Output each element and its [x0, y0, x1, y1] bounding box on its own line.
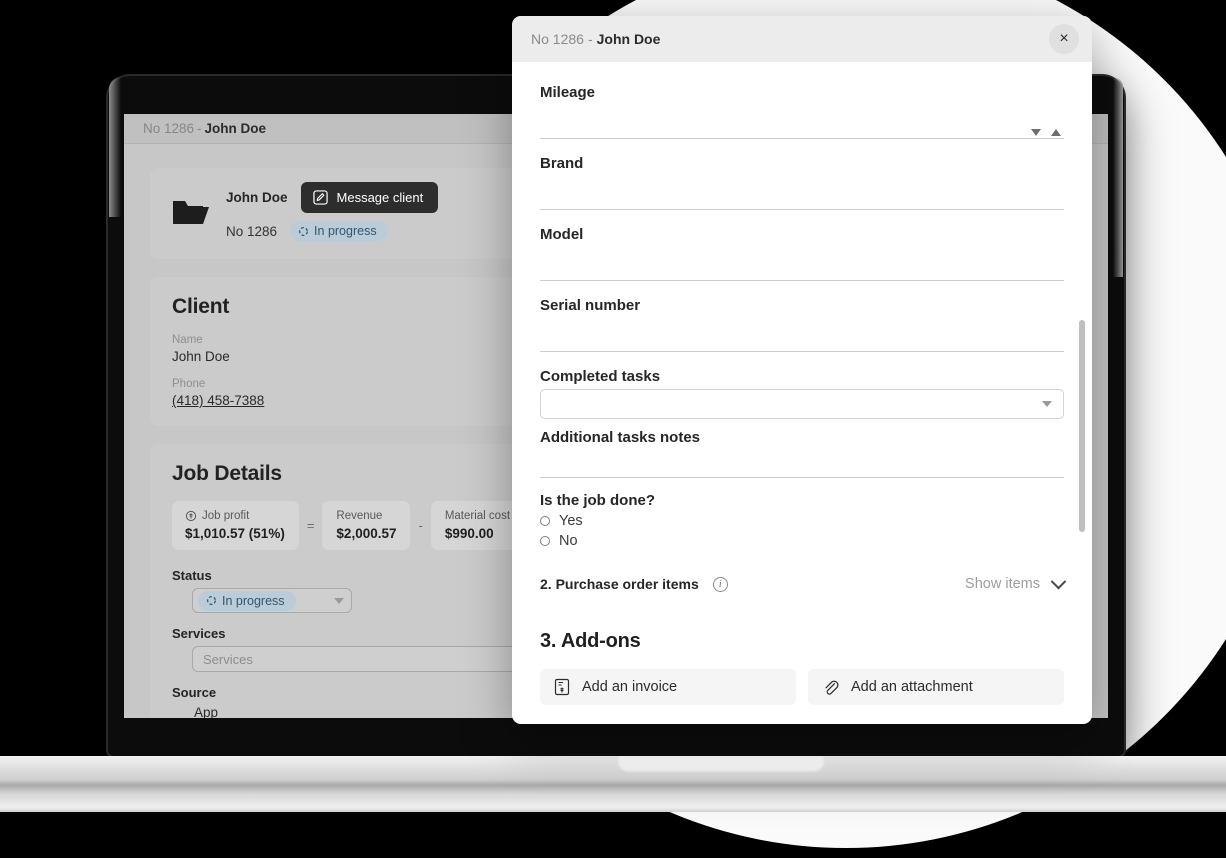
app-topbar-number: No 1286 [143, 121, 195, 136]
field-completed-tasks: Completed tasks [540, 368, 1064, 419]
app-topbar-separator: - [197, 121, 202, 136]
field-brand-input[interactable] [540, 176, 1064, 210]
addons-button-row: Add an invoice Add an attachment [540, 669, 1064, 705]
job-report-modal: No 1286 - John Doe × Mileage Brand Model… [512, 16, 1092, 724]
modal-header-number: No 1286 [531, 31, 584, 47]
mileage-stepper [1031, 129, 1064, 136]
field-additional-notes: Additional tasks notes [540, 429, 1064, 478]
job-header-line1: John Doe Message client [226, 182, 439, 213]
field-additional-notes-label: Additional tasks notes [540, 429, 701, 446]
job-header-texts: John Doe Message client No 1286 In progr… [226, 182, 439, 241]
metric-material-cost-label: Material cost [444, 510, 511, 522]
laptop-base-notch [617, 756, 825, 774]
metric-operator-minus-1: - [418, 518, 423, 533]
field-brand-label: Brand [540, 155, 584, 172]
modal-header: No 1286 - John Doe × [512, 16, 1092, 62]
metric-job-profit: Job profit $1,010.57 (51%) [172, 501, 299, 550]
laptop-base [0, 756, 1226, 812]
purchase-order-title: 2. Purchase order items [540, 576, 699, 592]
completed-tasks-select[interactable] [540, 389, 1064, 419]
field-mileage-input[interactable] [540, 105, 1064, 139]
add-attachment-label: Add an attachment [851, 679, 973, 695]
modal-scrollbar-thumb[interactable] [1079, 320, 1085, 532]
metric-material-cost-value: $990.00 [444, 526, 494, 541]
app-topbar-client-name: John Doe [204, 121, 267, 136]
profit-icon [185, 510, 197, 522]
paperclip-icon [825, 680, 839, 695]
stepper-up-icon[interactable] [1051, 129, 1061, 136]
add-attachment-button[interactable]: Add an attachment [808, 669, 1064, 705]
field-job-done-question: Is the job done? [540, 492, 655, 509]
show-items-toggle[interactable]: Show items [965, 573, 1067, 592]
info-icon[interactable]: i [712, 576, 728, 592]
metric-job-profit-label-row: Job profit [185, 510, 285, 522]
field-serial-number: Serial number [540, 297, 1064, 352]
purchase-order-section: 2. Purchase order items i Show items [540, 573, 1067, 592]
status-select-value: In progress [222, 593, 285, 608]
services-input-placeholder: Services [203, 651, 253, 667]
radio-job-done-yes[interactable]: Yes [540, 513, 1064, 529]
addons-section-title: 3. Add-ons [540, 630, 641, 652]
radio-circle-icon [540, 536, 550, 546]
metric-job-profit-label: Job profit [202, 510, 250, 522]
field-serial-number-label: Serial number [540, 297, 641, 314]
metric-revenue: Revenue $2,000.57 [322, 501, 411, 550]
chevron-down-icon [334, 597, 344, 604]
radio-job-done-no-label: No [559, 533, 578, 549]
field-model-input[interactable] [540, 247, 1064, 281]
spinner-icon [207, 596, 216, 605]
modal-header-client-name: John Doe [596, 31, 661, 47]
field-brand: Brand [540, 155, 1064, 210]
screenshot-stage: No 1286 - John Doe John Doe Message clie… [0, 0, 1226, 858]
radio-circle-icon [540, 516, 550, 526]
metric-revenue-value: $2,000.57 [336, 526, 397, 541]
job-header-number: No 1286 [226, 223, 278, 239]
metric-revenue-label: Revenue [336, 510, 383, 522]
spinner-icon [299, 226, 309, 236]
show-items-label: Show items [965, 576, 1040, 592]
stepper-down-icon[interactable] [1031, 129, 1041, 136]
invoice-document-icon [554, 678, 570, 696]
status-select-chip: In progress [198, 590, 296, 611]
close-icon[interactable]: × [1049, 24, 1079, 54]
metric-operator-equals: = [306, 518, 315, 533]
chevron-down-icon [1050, 573, 1067, 589]
modal-header-separator: - [587, 31, 593, 47]
chevron-down-icon [1042, 401, 1052, 407]
radio-job-done-no[interactable]: No [540, 533, 1064, 549]
metric-material-cost: Material cost $990.00 [430, 501, 525, 550]
field-model-label: Model [540, 226, 584, 243]
field-serial-number-input[interactable] [540, 318, 1064, 352]
metric-job-profit-value: $1,010.57 (51%) [185, 526, 285, 541]
add-invoice-button[interactable]: Add an invoice [540, 669, 796, 705]
pencil-edit-icon [312, 190, 328, 205]
field-completed-tasks-label: Completed tasks [540, 368, 661, 385]
job-header-client-name: John Doe [226, 190, 288, 205]
status-select[interactable]: In progress [192, 588, 352, 613]
field-job-done: Is the job done? Yes No [540, 492, 1064, 549]
message-client-label: Message client [336, 190, 424, 205]
add-invoice-label: Add an invoice [582, 679, 678, 695]
message-client-button[interactable]: Message client [300, 182, 439, 213]
status-badge: In progress [290, 221, 388, 241]
field-additional-notes-input[interactable] [540, 450, 1064, 478]
field-model: Model [540, 226, 1064, 281]
field-mileage-label: Mileage [540, 84, 596, 101]
modal-body: Mileage Brand Model Serial number Comple… [512, 62, 1092, 724]
folder-icon [173, 200, 209, 224]
job-header-line2: No 1286 In progress [226, 221, 438, 241]
radio-job-done-yes-label: Yes [559, 513, 583, 529]
field-mileage: Mileage [540, 84, 1064, 139]
status-badge-label: In progress [314, 224, 377, 238]
